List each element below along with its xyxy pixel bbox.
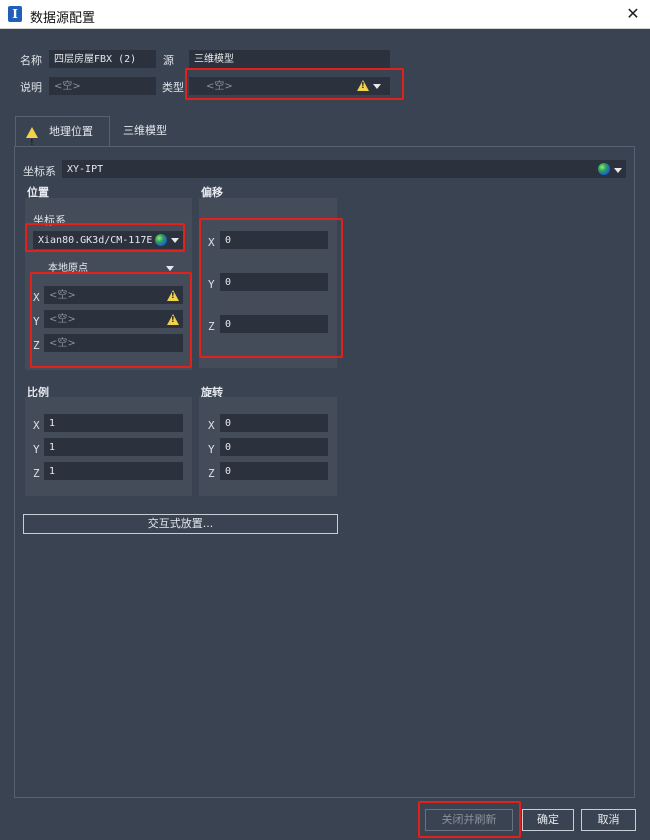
- interactive-placement-button[interactable]: 交互式放置...: [23, 514, 338, 534]
- highlight-type: [185, 68, 404, 100]
- crs-globe-icon: [598, 163, 610, 175]
- scale-y-label: Y: [33, 443, 40, 456]
- crs-select[interactable]: XY-IPT: [62, 160, 626, 178]
- tab-geo-location-label: 地理位置: [49, 125, 93, 138]
- close-button[interactable]: ✕: [620, 2, 646, 26]
- window-title: 数据源配置: [30, 11, 96, 26]
- tab-3d-model[interactable]: 三维模型: [113, 116, 177, 146]
- tab-3d-model-label: 三维模型: [123, 124, 167, 137]
- highlight-position-xyz: [30, 272, 192, 368]
- close-icon: ✕: [626, 4, 640, 23]
- highlight-position-crs: [25, 223, 185, 252]
- rotation-z-input[interactable]: 0: [220, 462, 328, 480]
- cancel-button[interactable]: 取消: [581, 809, 636, 831]
- highlight-close-refresh: [418, 801, 521, 838]
- name-label: 名称: [20, 54, 42, 67]
- tab-warning-icon: [26, 127, 38, 158]
- highlight-offset: [199, 218, 343, 358]
- scale-z-label: Z: [33, 467, 40, 480]
- source-label: 源: [163, 54, 174, 67]
- crs-chevron-down-icon[interactable]: [614, 168, 622, 173]
- scale-y-input[interactable]: 1: [44, 438, 183, 456]
- app-icon: I: [8, 6, 22, 22]
- crs-label: 坐标系: [23, 165, 56, 178]
- rotation-x-input[interactable]: 0: [220, 414, 328, 432]
- type-label: 类型: [162, 81, 184, 94]
- name-field[interactable]: 四层房屋FBX (2): [49, 50, 156, 68]
- origin-chevron-down-icon[interactable]: [166, 266, 174, 271]
- tab-geo-location[interactable]: 地理位置: [15, 116, 110, 158]
- rotation-y-input[interactable]: 0: [220, 438, 328, 456]
- scale-x-label: X: [33, 419, 40, 432]
- rotation-z-label: Z: [208, 467, 215, 480]
- desc-field[interactable]: <空>: [49, 77, 156, 95]
- rotation-y-label: Y: [208, 443, 215, 456]
- title-bar: I 数据源配置 ✕: [0, 0, 650, 29]
- scale-z-input[interactable]: 1: [44, 462, 183, 480]
- scale-x-input[interactable]: 1: [44, 414, 183, 432]
- ok-button[interactable]: 确定: [522, 809, 574, 831]
- rotation-x-label: X: [208, 419, 215, 432]
- desc-label: 说明: [20, 81, 42, 94]
- source-field[interactable]: 三维模型: [189, 50, 390, 68]
